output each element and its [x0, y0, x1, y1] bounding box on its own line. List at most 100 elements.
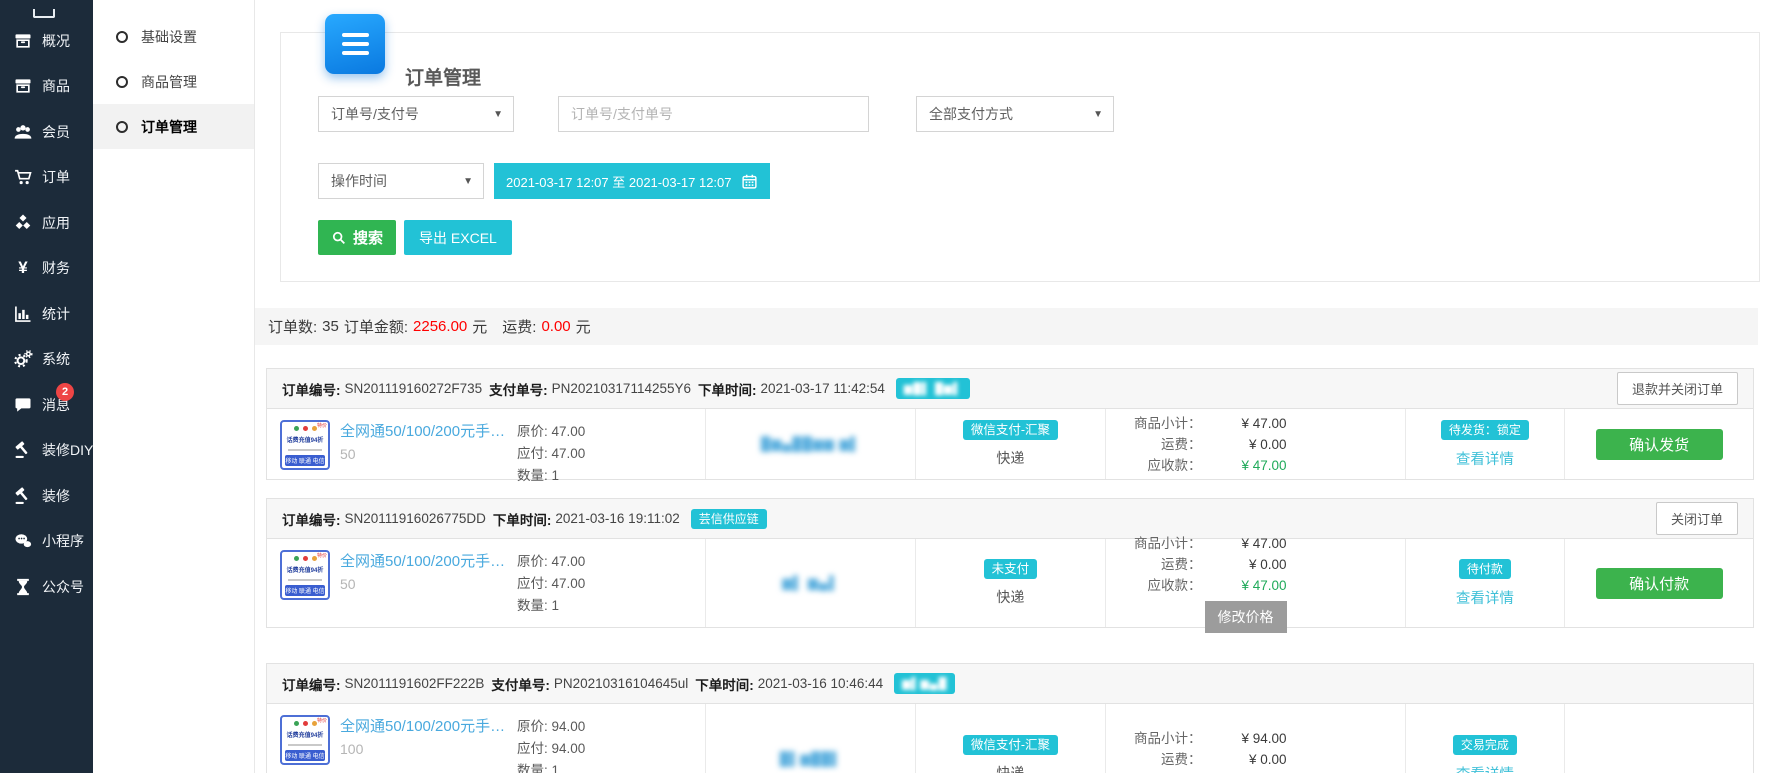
export-excel-button[interactable]: 导出 EXCEL — [404, 220, 512, 255]
chevron-down-icon: ▼ — [1093, 109, 1103, 120]
calendar-icon — [741, 173, 758, 190]
order-card: 订单编号: SN2011191602FF222B 支付单号: PN2021031… — [266, 663, 1754, 773]
submenu-item-basic-settings[interactable]: 基础设置 — [93, 14, 254, 59]
sidebar-item-label: 应用 — [42, 213, 70, 233]
product-thumbnail: 特价 话费充值94折 移动 联通 电信 — [280, 550, 330, 600]
submenu: 基础设置 商品管理 订单管理 — [93, 0, 255, 773]
orders-count: 35 — [322, 318, 339, 335]
product-price-info: 原价: 47.00 应付: 47.00 数量: 1 — [517, 420, 585, 479]
sidebar-item-label: 财务 — [42, 258, 70, 278]
chevron-down-icon: ▼ — [463, 176, 473, 187]
order-tag-badge: 芸信供应链 — [691, 509, 767, 529]
product-name-link[interactable]: 全网通50/100/200元手… — [340, 715, 507, 736]
sidebar-item-messages[interactable]: 消息 2 — [0, 382, 93, 428]
view-detail-link[interactable]: 查看详情 — [1456, 448, 1514, 469]
close-order-button[interactable]: 关闭订单 — [1656, 502, 1738, 535]
keyword-input[interactable] — [558, 96, 869, 132]
buyer-name: █▆▄██▆▆ ▆▌ — [761, 436, 861, 452]
sidebar-item-official-account[interactable]: 公众号 — [0, 564, 93, 610]
orders-count-label: 订单数: — [268, 316, 317, 337]
product-spec: 100 — [340, 741, 507, 757]
sidebar-item-label: 订单 — [42, 167, 70, 187]
sidebar-item-members[interactable]: 会员 — [0, 109, 93, 155]
sidebar-item-decorate[interactable]: 装修 — [0, 473, 93, 519]
submenu-item-goods-management[interactable]: 商品管理 — [93, 59, 254, 104]
sidebar-item-system[interactable]: 系统 — [0, 337, 93, 383]
product-name-link[interactable]: 全网通50/100/200元手… — [340, 420, 507, 441]
search-button[interactable]: 搜索 — [318, 220, 396, 255]
refund-close-order-button[interactable]: 退款并关闭订单 — [1617, 372, 1738, 405]
search-icon — [331, 230, 347, 246]
product-price-info: 原价: 47.00 应付: 47.00 数量: 1 — [517, 550, 585, 627]
order-tag-badge: ▆▌▆▄█ — [894, 673, 955, 694]
amount-label: 订单金额: — [344, 316, 408, 337]
sidebar-item-orders[interactable]: 订单 — [0, 155, 93, 201]
confirm-ship-button[interactable]: 确认发货 — [1596, 429, 1723, 460]
product-cell: 特价 话费充值94折 移动 联通 电信 全网通50/100/200元手… 50 … — [267, 539, 706, 627]
app-layout: 概况 商品 会员 订单 应用 ¥ 财务 统计 系统 — [0, 0, 1781, 773]
view-detail-link[interactable]: 查看详情 — [1456, 763, 1514, 773]
order-header: 订单编号: SN20111916026775DD 下单时间: 2021-03-1… — [267, 499, 1753, 539]
page-title: 订单管理 — [405, 63, 481, 90]
cart-icon — [13, 167, 33, 187]
totals-cell: 商品小计：¥ 47.00 运费：¥ 0.00 应收款：¥ 47.00 修改价格 — [1106, 539, 1406, 627]
subtotal-value: ¥ 47.00 — [1202, 533, 1287, 554]
order-tag-badge: ▆█▌ █▆▌ — [896, 378, 970, 399]
buyer-cell: █▌▆██▌ — [706, 704, 916, 773]
users-icon — [13, 122, 33, 142]
radio-circle-icon — [116, 31, 128, 43]
receivable-value: ¥ 47.00 — [1202, 455, 1287, 476]
search-field-select[interactable]: 订单号/支付号 ▼ — [318, 96, 514, 132]
sidebar-item-decorate-diy[interactable]: 装修DIY — [0, 428, 93, 474]
shipping-method: 快递 — [996, 448, 1024, 468]
box-icon — [33, 9, 55, 18]
confirm-payment-button[interactable]: 确认付款 — [1596, 568, 1723, 599]
order-sn: SN20111916026775DD — [345, 511, 486, 526]
menu-toggle-button[interactable] — [325, 14, 385, 74]
product-thumbnail: 特价 话费充值94折 移动 联通 电信 — [280, 420, 330, 470]
sidebar-item-label: 商品 — [42, 76, 70, 96]
filter-row-3: 搜索 导出 EXCEL — [318, 220, 512, 255]
chevron-down-icon: ▼ — [493, 109, 503, 120]
shipping-method: 快递 — [996, 763, 1024, 773]
payment-cell: 未支付 快递 — [916, 539, 1106, 627]
filter-panel: 订单管理 订单号/支付号 ▼ 全部支付方式 ▼ 操作时间 ▼ 2021 — [280, 32, 1760, 282]
buyer-cell: █▆▄██▆▆ ▆▌ — [706, 409, 916, 479]
sidebar-item-partial[interactable] — [0, 0, 93, 18]
order-row: 特价 话费充值94折 移动 联通 电信 全网通50/100/200元手… 50 … — [267, 409, 1753, 479]
product-price-info: 原价: 94.00 应付: 94.00 数量: 1 — [517, 715, 585, 773]
product-box-icon — [13, 76, 33, 96]
submenu-item-order-management[interactable]: 订单管理 — [93, 104, 254, 149]
message-count-badge: 2 — [56, 383, 74, 401]
order-card: 订单编号: SN201119160272F735 支付单号: PN2021031… — [266, 368, 1754, 480]
sidebar-item-finance[interactable]: ¥ 财务 — [0, 246, 93, 292]
freight-value: ¥ 0.00 — [1202, 554, 1287, 575]
yen-icon: ¥ — [13, 258, 33, 278]
sidebar-item-apps[interactable]: 应用 — [0, 200, 93, 246]
modify-price-button[interactable]: 修改价格 — [1205, 601, 1287, 633]
order-sn: SN201119160272F735 — [345, 381, 483, 396]
sidebar-item-goods[interactable]: 商品 — [0, 64, 93, 110]
freight-value: ¥ 0.00 — [1202, 434, 1287, 455]
chat-bubble-icon — [13, 395, 33, 415]
date-range-button[interactable]: 2021-03-17 12:07 至 2021-03-17 12:07 — [494, 163, 770, 199]
radio-circle-icon — [116, 76, 128, 88]
submenu-item-label: 基础设置 — [141, 27, 197, 47]
payment-method-select[interactable]: 全部支付方式 ▼ — [916, 96, 1114, 132]
submenu-item-label: 商品管理 — [141, 72, 197, 92]
sidebar-item-miniprogram[interactable]: 小程序 — [0, 519, 93, 565]
action-cell: 确认发货 — [1565, 409, 1753, 479]
product-name-link[interactable]: 全网通50/100/200元手… — [340, 550, 507, 571]
filter-row-1: 订单号/支付号 ▼ 全部支付方式 ▼ — [318, 96, 1114, 132]
hamburger-icon — [342, 33, 369, 37]
view-detail-link[interactable]: 查看详情 — [1456, 587, 1514, 608]
freight-label: 运费: — [502, 316, 536, 337]
cubes-icon — [13, 213, 33, 233]
submenu-item-label: 订单管理 — [141, 117, 197, 137]
sidebar-item-overview[interactable]: 概况 — [0, 18, 93, 64]
time-type-select[interactable]: 操作时间 ▼ — [318, 163, 484, 199]
sidebar-item-label: 装修DIY — [42, 440, 93, 460]
sidebar-item-stats[interactable]: 统计 — [0, 291, 93, 337]
subtotal-value: ¥ 94.00 — [1202, 728, 1287, 749]
freight-value: ¥ 0.00 — [1202, 749, 1287, 770]
